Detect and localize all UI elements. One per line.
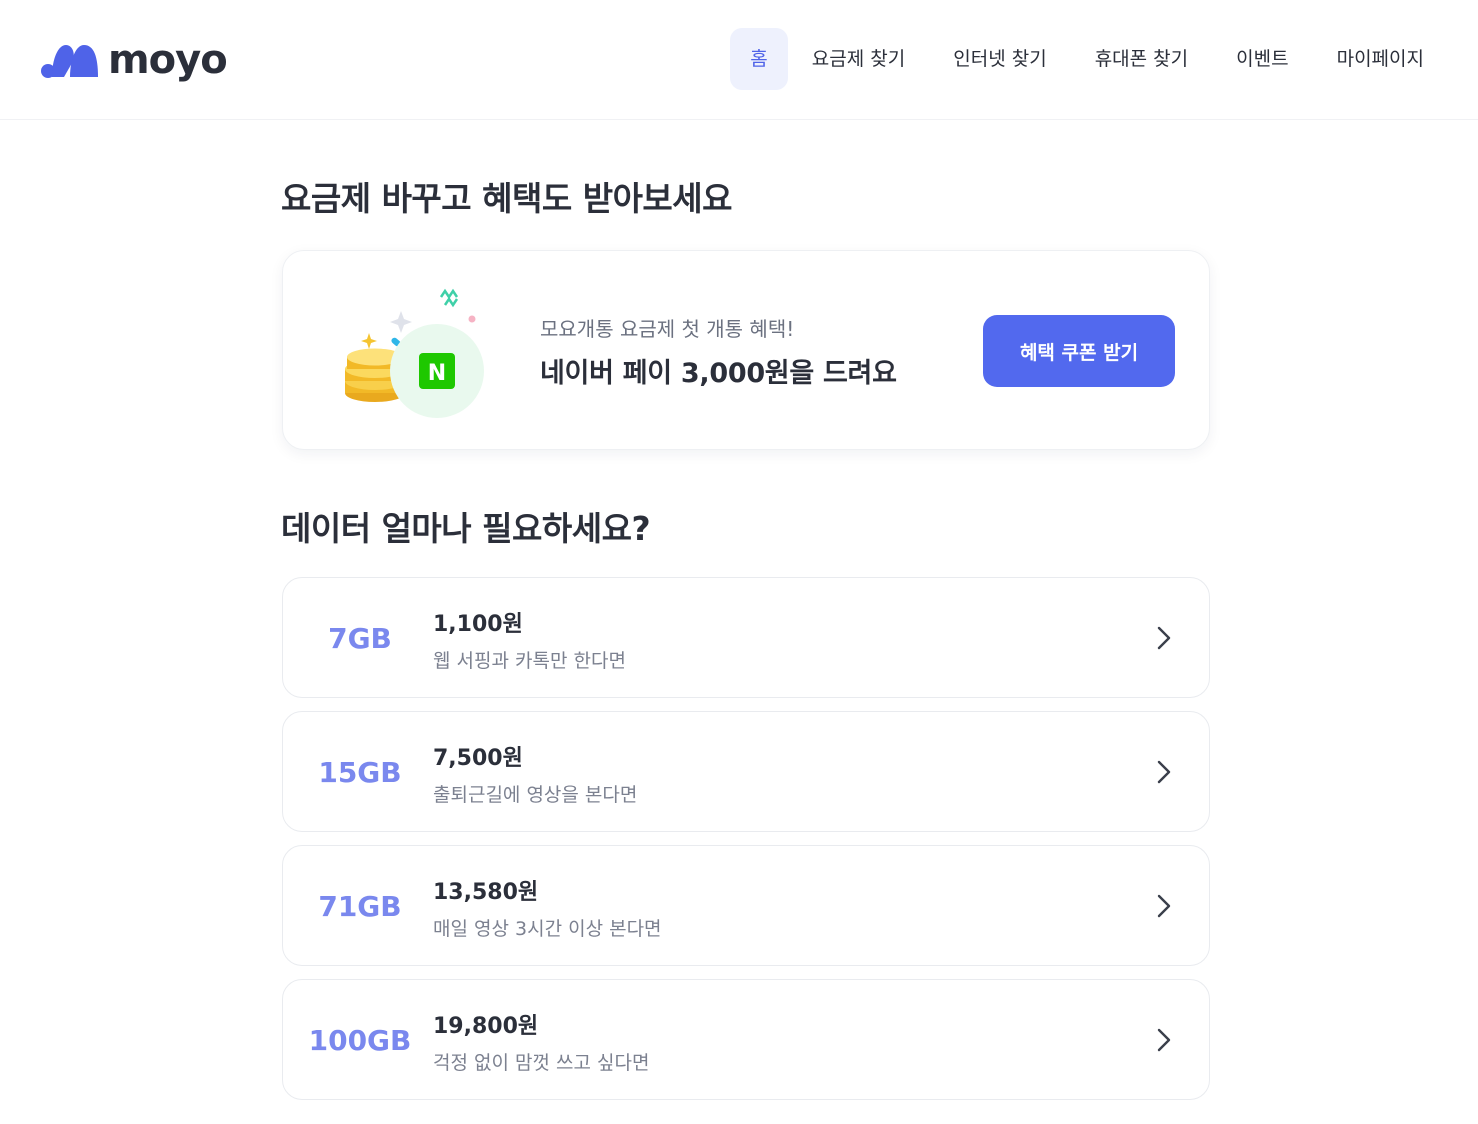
plan-description: 출퇴근길에 영상을 본다면 xyxy=(433,784,638,806)
plan-description: 웹 서핑과 카톡만 한다면 xyxy=(433,650,626,672)
chevron-right-icon xyxy=(1157,1028,1171,1052)
moyo-logo-icon xyxy=(41,45,98,78)
nav-item-phones[interactable]: 휴대폰 찾기 xyxy=(1071,28,1212,90)
chevron-right-icon xyxy=(1157,626,1171,650)
plan-card-100gb[interactable]: 100GB 19,800원 걱정 없이 맘껏 쓰고 싶다면 xyxy=(282,979,1210,1100)
plan-price: 19,800원 xyxy=(433,1014,539,1039)
plan-data-amount: 7GB xyxy=(328,622,392,655)
plan-data-amount: 71GB xyxy=(318,890,402,923)
nav-item-events[interactable]: 이벤트 xyxy=(1212,28,1312,90)
data-section-title: 데이터 얼마나 필요하세요? xyxy=(281,509,651,548)
plan-card-15gb[interactable]: 15GB 7,500원 출퇴근길에 영상을 본다면 xyxy=(282,711,1210,832)
plan-price: 7,500원 xyxy=(433,746,523,771)
plan-description: 걱정 없이 맘껏 쓰고 싶다면 xyxy=(433,1052,650,1074)
chevron-right-icon xyxy=(1157,760,1171,784)
plan-price: 1,100원 xyxy=(433,612,523,637)
naver-n-badge: N xyxy=(428,361,446,386)
promo-section-title: 요금제 바꾸고 혜택도 받아보세요 xyxy=(281,179,733,218)
get-coupon-button[interactable]: 혜택 쿠폰 받기 xyxy=(983,315,1175,387)
plan-card-7gb[interactable]: 7GB 1,100원 웹 서핑과 카톡만 한다면 xyxy=(282,577,1210,698)
nav-item-internet[interactable]: 인터넷 찾기 xyxy=(929,28,1070,90)
plan-data-amount: 15GB xyxy=(318,756,402,789)
nav-item-home[interactable]: 홈 xyxy=(730,28,788,90)
plan-data-amount: 100GB xyxy=(308,1024,412,1057)
coins-naver-pay-illustration: N xyxy=(345,288,484,418)
moyo-logo[interactable]: moyo xyxy=(40,37,228,83)
plan-price: 13,580원 xyxy=(433,880,539,905)
promo-banner[interactable]: N 모요개통 요금제 첫 개통 혜택! 네이버 페이 3,000원을 드려요 혜… xyxy=(282,250,1210,450)
promo-subtitle: 모요개통 요금제 첫 개통 혜택! xyxy=(540,317,795,341)
promo-headline: 네이버 페이 3,000원을 드려요 xyxy=(540,358,897,389)
nav-item-mypage[interactable]: 마이페이지 xyxy=(1313,28,1448,90)
chevron-right-icon xyxy=(1157,894,1171,918)
logo-text: moyo xyxy=(108,37,228,83)
top-header: moyo 홈 요금제 찾기 인터넷 찾기 휴대폰 찾기 이벤트 마이페이지 xyxy=(0,0,1478,120)
main-nav: 홈 요금제 찾기 인터넷 찾기 휴대폰 찾기 이벤트 마이페이지 xyxy=(730,28,1448,90)
plan-card-71gb[interactable]: 71GB 13,580원 매일 영상 3시간 이상 본다면 xyxy=(282,845,1210,966)
nav-item-plans[interactable]: 요금제 찾기 xyxy=(788,28,929,90)
plan-description: 매일 영상 3시간 이상 본다면 xyxy=(433,918,662,940)
